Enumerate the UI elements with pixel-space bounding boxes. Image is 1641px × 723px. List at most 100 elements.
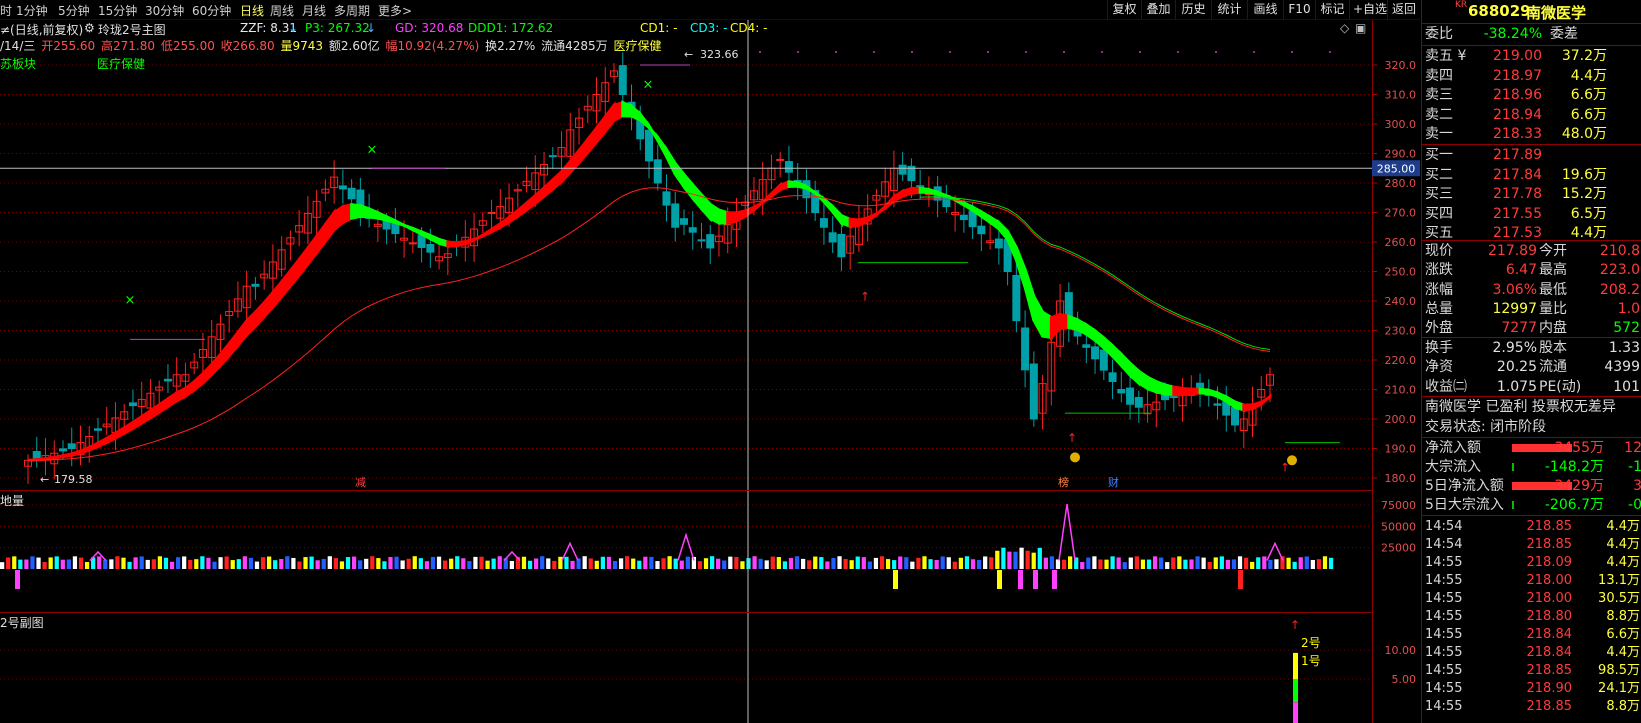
candle-body <box>1029 363 1038 420</box>
tick-row[interactable]: 14:55 218.80 8.8万 <box>1422 608 1641 627</box>
period-tab-1min[interactable]: 1分钟 <box>16 2 48 19</box>
period-tab-30min[interactable]: 30分钟 <box>145 2 184 19</box>
f10-button[interactable]: F10 <box>1283 0 1315 19</box>
tick-price: 218.80 <box>1526 609 1573 624</box>
volume-bar <box>279 559 284 569</box>
stat-label: 最高 <box>1539 262 1567 279</box>
ask-label: 卖五 ¥ <box>1425 48 1467 64</box>
candlestick-chart[interactable]: 320.0 310.0 300.0 290.0 280.0 270.0 260.0 250.0… <box>0 20 1420 490</box>
tick-time: 14:54 <box>1425 537 1463 552</box>
tick-row[interactable]: 14:55 218.85 8.8万 <box>1422 698 1641 717</box>
overlay-button[interactable]: 叠加 <box>1141 0 1175 19</box>
period-tab-weekly[interactable]: 周线 <box>270 2 294 19</box>
price-axis-label: 240.0 <box>1385 295 1417 308</box>
period-tab-hour[interactable]: 时 <box>0 2 12 19</box>
ask-row[interactable]: 卖二 218.94 6.6万 <box>1422 106 1641 125</box>
volume-bar <box>843 558 848 569</box>
restore-rights-button[interactable]: 复权 <box>1107 0 1141 19</box>
ask-row[interactable]: 卖一 218.33 48.0万 <box>1422 125 1641 144</box>
ask-row[interactable]: 卖四 218.97 4.4万 <box>1422 67 1641 86</box>
volume-bar <box>1171 557 1176 569</box>
top-dot-marker <box>1215 51 1217 53</box>
volume-bar <box>48 557 53 569</box>
volume-bar <box>491 558 496 569</box>
tick-row[interactable]: 14:55 218.85 98.5万 <box>1422 662 1641 681</box>
volume-bar <box>509 560 514 569</box>
tick-row[interactable]: 14:55 218.90 24.1万 <box>1422 680 1641 699</box>
candle-body <box>1108 372 1117 382</box>
ask-volume: 37.2万 <box>1561 48 1607 64</box>
tick-row[interactable]: 14:54 218.85 4.4万 <box>1422 518 1641 537</box>
period-tab-more[interactable]: 更多> <box>378 2 412 19</box>
event-marker-finance: 财 <box>1108 475 1119 489</box>
mark-button[interactable]: 标记 <box>1315 0 1349 19</box>
ask-volume: 4.4万 <box>1570 67 1607 84</box>
ask-row[interactable]: 卖三 218.96 6.6万 <box>1422 86 1641 105</box>
sub-axis-label: 5.00 <box>1392 673 1417 686</box>
top-dot-marker <box>1253 51 1255 53</box>
tick-row[interactable]: 14:55 218.84 4.4万 <box>1422 644 1641 663</box>
period-tab-15min[interactable]: 15分钟 <box>98 2 137 19</box>
stat-label: 最低 <box>1539 281 1567 298</box>
volume-bar <box>1001 547 1006 569</box>
volume-chart[interactable]: 75000 50000 25000 <box>0 491 1420 612</box>
volume-bar <box>813 556 818 569</box>
volume-bar <box>254 561 260 569</box>
volume-bar <box>588 558 593 569</box>
draw-line-button[interactable]: 画线 <box>1247 0 1283 19</box>
volume-bar <box>879 556 885 569</box>
candle-body <box>977 225 986 235</box>
tick-volume: 4.4万 <box>1606 555 1640 570</box>
volume-bar <box>788 558 794 569</box>
stat-row: 现价 217.89 今开 210.8 <box>1422 242 1641 261</box>
ask-price: 218.33 <box>1493 126 1542 142</box>
volume-bar <box>867 561 872 569</box>
bid-row[interactable]: 买三 217.78 15.2万 <box>1422 185 1641 204</box>
trade-status-text: 交易状态: 闭市阶段 <box>1425 419 1547 435</box>
sub-chart[interactable]: 10.00 5.00 ↑2号 1号 <box>0 613 1420 723</box>
volume-bar <box>752 556 757 569</box>
tick-row[interactable]: 14:55 218.84 6.6万 <box>1422 626 1641 645</box>
divider <box>1422 396 1641 397</box>
volume-bar <box>1316 559 1322 569</box>
volume-bar <box>175 557 181 569</box>
tick-row[interactable]: 14:55 218.09 4.4万 <box>1422 554 1641 573</box>
volume-axis-label: 25000 <box>1381 542 1416 555</box>
arrow-left-icon: ← <box>684 48 693 61</box>
period-tab-daily[interactable]: 日线 <box>240 2 264 19</box>
ask-row[interactable]: 卖五 ¥ 219.00 37.2万 <box>1422 47 1641 66</box>
volume-bar <box>60 559 65 569</box>
volume-bar <box>794 556 800 569</box>
tick-row[interactable]: 14:55 218.00 30.5万 <box>1422 590 1641 609</box>
period-tab-5min[interactable]: 5分钟 <box>58 2 90 19</box>
volume-bar <box>1098 559 1103 569</box>
period-tab-multi[interactable]: 多周期 <box>334 2 370 19</box>
statistics-button[interactable]: 统计 <box>1211 0 1247 19</box>
tick-time: 14:55 <box>1425 699 1463 714</box>
weibi-value: -38.24% <box>1483 26 1542 42</box>
back-button[interactable]: 返回 <box>1387 0 1420 19</box>
period-tab-monthly[interactable]: 月线 <box>302 2 326 19</box>
tick-volume: 6.6万 <box>1606 627 1640 642</box>
flow-extra: 3 <box>1608 477 1641 496</box>
high-price-label: 323.66 <box>700 48 739 61</box>
tick-row[interactable]: 14:54 218.85 4.4万 <box>1422 536 1641 555</box>
stat-value: 217.89 <box>1488 243 1537 259</box>
volume-bar <box>661 558 666 569</box>
volume-spike-marker <box>1058 504 1076 561</box>
bid-row[interactable]: 买四 217.55 6.5万 <box>1422 205 1641 224</box>
history-button[interactable]: 历史 <box>1175 0 1211 19</box>
period-tab-60min[interactable]: 60分钟 <box>192 2 231 19</box>
volume-bar <box>1116 557 1121 569</box>
volume-bar <box>78 557 84 569</box>
low-volume-marker <box>1052 570 1057 589</box>
tick-row[interactable]: 14:55 218.00 13.1万 <box>1422 572 1641 591</box>
bid-row[interactable]: 买一 217.89 <box>1422 146 1641 165</box>
event-marker-list: 榜 <box>1058 475 1069 489</box>
divider <box>1422 437 1641 438</box>
candle-body <box>828 232 837 243</box>
add-watchlist-button[interactable]: +自选 <box>1349 0 1387 19</box>
bid-row[interactable]: 买二 217.84 19.6万 <box>1422 166 1641 185</box>
volume-bar <box>424 561 430 569</box>
volume-bar <box>321 558 326 569</box>
